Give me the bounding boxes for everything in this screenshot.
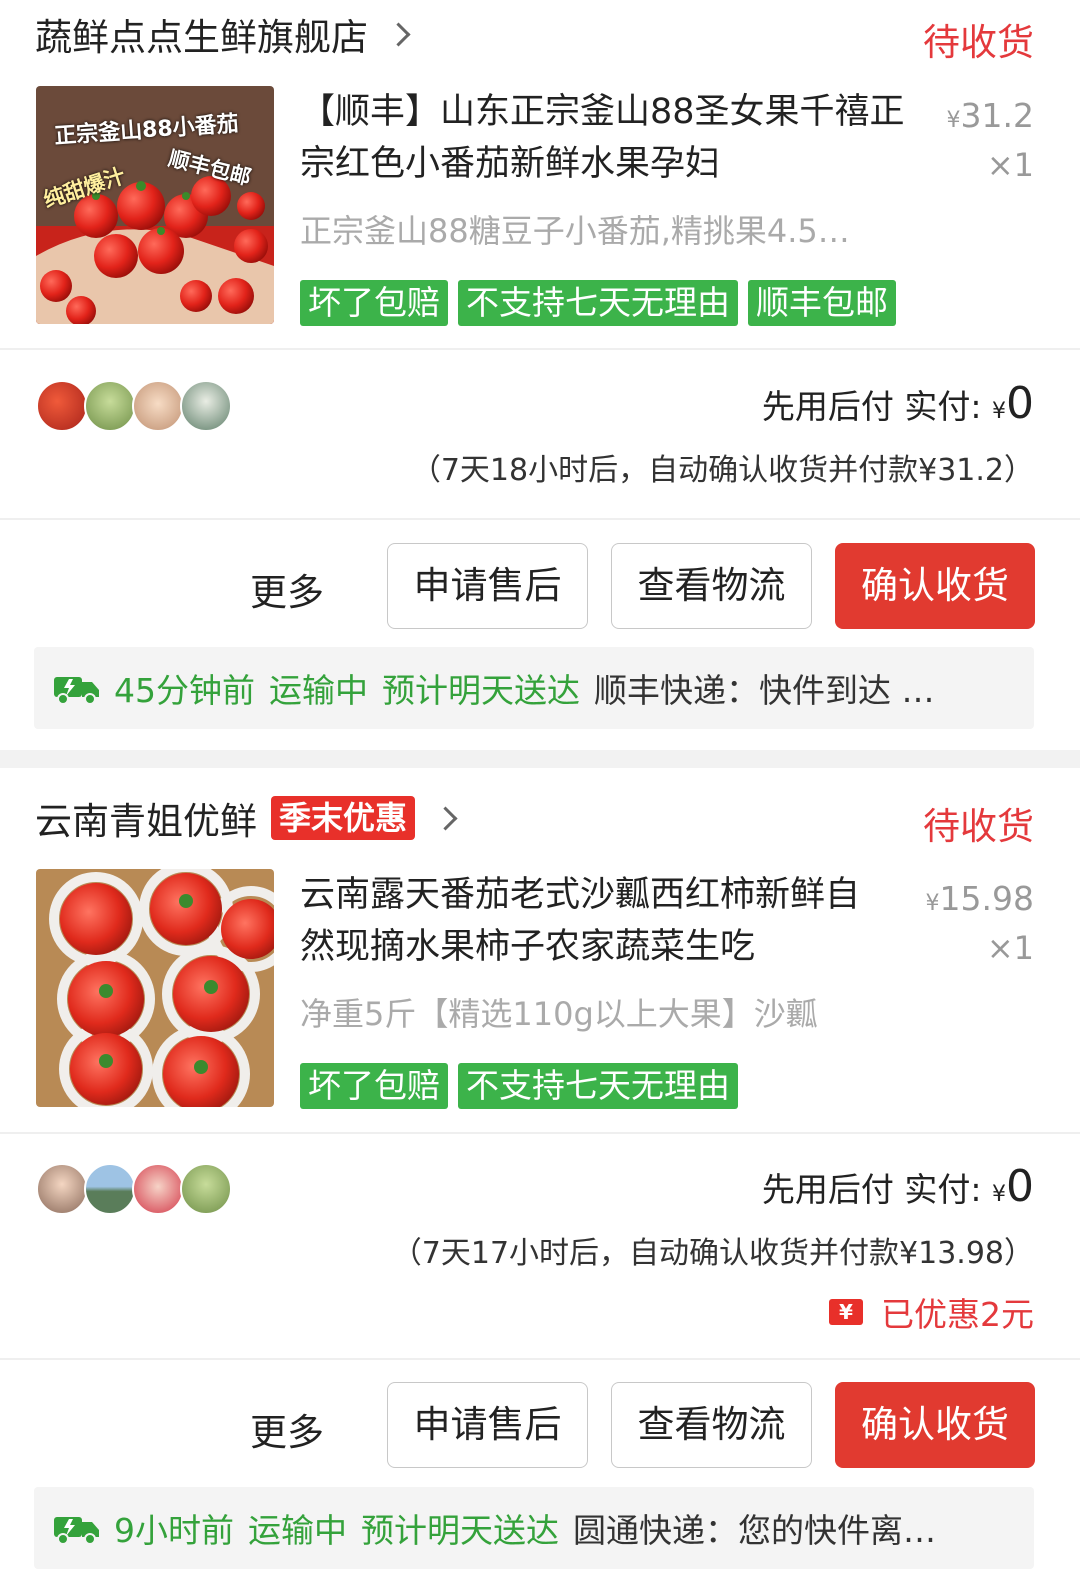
order-status: 待收货 xyxy=(923,21,1034,64)
logistics-time: 45分钟前 xyxy=(114,671,255,710)
logistics-eta: 预计明天送达 xyxy=(382,671,580,710)
order-card: 蔬鲜点点生鲜旗舰店 待收货 正宗釜山88小番茄 顺丰包邮 纯甜爆汁 【顺丰】山东… xyxy=(0,0,1080,750)
avatar xyxy=(84,1163,136,1215)
product-price: ¥31.2 xyxy=(946,96,1034,135)
logistics-time: 9小时前 xyxy=(114,1511,234,1550)
payment-line: 先用后付 实付: ¥0 xyxy=(761,378,1034,429)
service-tags: 坏了包赔 不支持七天无理由 xyxy=(300,1063,738,1109)
shop-name[interactable]: 云南青姐优鲜 xyxy=(35,791,257,845)
view-logistics-button[interactable]: 查看物流 xyxy=(611,1382,812,1468)
avatar xyxy=(180,380,232,432)
divider xyxy=(0,1132,1080,1134)
product-quantity: ×1 xyxy=(986,929,1034,967)
avatar xyxy=(36,380,88,432)
auto-confirm-note: （7天17小时后，自动确认收货并付款¥13.98） xyxy=(391,1236,1034,1271)
buyer-avatars xyxy=(36,380,232,432)
discount-note: ¥ 已优惠2元 xyxy=(829,1288,1034,1336)
divider xyxy=(0,518,1080,520)
avatar xyxy=(180,1163,232,1215)
divider xyxy=(0,1358,1080,1360)
view-logistics-button[interactable]: 查看物流 xyxy=(611,543,812,629)
logistics-bar[interactable]: 9小时前 运输中 预计明天送达 圆通快递：您的快件离… xyxy=(34,1487,1034,1569)
avatar xyxy=(132,1163,184,1215)
apply-after-sale-button[interactable]: 申请售后 xyxy=(387,543,588,629)
logistics-eta: 预计明天送达 xyxy=(361,1511,559,1550)
product-image[interactable]: 正宗釜山88小番茄 顺丰包邮 纯甜爆汁 xyxy=(36,86,274,324)
product-spec: 正宗釜山88糖豆子小番茄,精挑果4.5… xyxy=(300,212,850,250)
coupon-icon: ¥ xyxy=(829,1299,863,1325)
service-tag: 坏了包赔 xyxy=(300,1063,448,1109)
logistics-state: 运输中 xyxy=(269,671,368,710)
product-quantity: ×1 xyxy=(986,146,1034,184)
service-tags: 坏了包赔 不支持七天无理由 顺丰包邮 xyxy=(300,280,896,326)
more-button[interactable]: 更多 xyxy=(250,562,324,616)
order-card: 云南青姐优鲜 季末优惠 待收货 云南露天番茄老式沙瓤西红柿新鲜自然现摘水果柿子农… xyxy=(0,768,1080,1584)
service-tag: 不支持七天无理由 xyxy=(458,1063,738,1109)
more-button[interactable]: 更多 xyxy=(250,1402,324,1456)
service-tag: 坏了包赔 xyxy=(300,280,448,326)
truck-icon xyxy=(54,677,99,705)
logistics-state: 运输中 xyxy=(248,1511,347,1550)
avatar xyxy=(132,380,184,432)
service-tag: 不支持七天无理由 xyxy=(458,280,738,326)
shop-name[interactable]: 蔬鲜点点生鲜旗舰店 xyxy=(35,7,368,61)
payment-line: 先用后付 实付: ¥0 xyxy=(761,1161,1034,1212)
product-image[interactable] xyxy=(36,869,274,1107)
confirm-receipt-button[interactable]: 确认收货 xyxy=(835,543,1035,629)
logistics-detail: 顺丰快递：快件到达 … xyxy=(594,671,935,710)
promo-badge: 季末优惠 xyxy=(271,796,416,840)
product-title[interactable]: 【顺丰】山东正宗釜山88圣女果千禧正宗红色小番茄新鲜水果孕妇 xyxy=(300,86,910,190)
buyer-avatars xyxy=(36,1163,232,1215)
apply-after-sale-button[interactable]: 申请售后 xyxy=(387,1382,588,1468)
shop-header[interactable]: 蔬鲜点点生鲜旗舰店 xyxy=(35,4,411,64)
confirm-receipt-button[interactable]: 确认收货 xyxy=(835,1382,1035,1468)
auto-confirm-note: （7天18小时后，自动确认收货并付款¥31.2） xyxy=(410,453,1034,488)
truck-icon xyxy=(54,1517,99,1545)
avatar xyxy=(84,380,136,432)
avatar xyxy=(36,1163,88,1215)
product-price: ¥15.98 xyxy=(925,879,1034,918)
logistics-bar[interactable]: 45分钟前 运输中 预计明天送达 顺丰快递：快件到达 … xyxy=(34,647,1034,729)
logistics-detail: 圆通快递：您的快件离… xyxy=(573,1511,936,1550)
order-status: 待收货 xyxy=(923,805,1034,848)
divider xyxy=(0,348,1080,350)
shop-header[interactable]: 云南青姐优鲜 季末优惠 xyxy=(35,788,458,848)
discount-text: 已优惠2元 xyxy=(881,1295,1034,1334)
service-tag: 顺丰包邮 xyxy=(748,280,896,326)
product-spec: 净重5斤【精选110g以上大果】沙瓤 xyxy=(300,995,818,1033)
chevron-right-icon xyxy=(433,805,458,831)
chevron-right-icon xyxy=(386,21,411,47)
product-title[interactable]: 云南露天番茄老式沙瓤西红柿新鲜自然现摘水果柿子农家蔬菜生吃 xyxy=(300,869,890,973)
